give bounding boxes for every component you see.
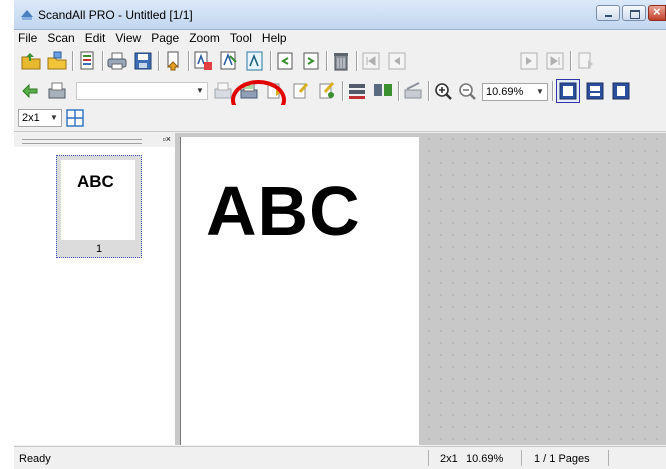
menu-bar: File Scan Edit View Page Zoom Tool Help — [14, 30, 666, 47]
scan-toolbar: ▼ 10.69% ▼ — [14, 77, 666, 105]
status-bar: Ready 2x1 10.69% 1 / 1 Pages — [14, 446, 666, 469]
status-ready: Ready — [19, 453, 51, 465]
scan-arrow-icon[interactable] — [20, 80, 42, 102]
ocr-icon[interactable] — [192, 50, 214, 72]
status-layout: 2x1 — [440, 453, 458, 465]
scan-profile-select[interactable]: ▼ — [76, 82, 208, 100]
zoom-select[interactable]: 10.69% ▼ — [482, 83, 548, 101]
menu-tool[interactable]: Tool — [225, 30, 257, 47]
trash-icon[interactable] — [330, 50, 352, 72]
menu-edit[interactable]: Edit — [80, 30, 111, 47]
close-button[interactable] — [648, 4, 666, 21]
main-toolbar: 1 — [14, 47, 666, 121]
rotate-right-icon[interactable] — [300, 50, 322, 72]
scan-to-icon[interactable] — [162, 50, 184, 72]
document-text: ABC — [206, 172, 361, 250]
zoom-out-icon[interactable] — [456, 80, 478, 102]
zoom-value: 10.69% — [486, 86, 524, 98]
previous-page-icon[interactable] — [386, 50, 408, 72]
menu-zoom[interactable]: Zoom — [184, 30, 225, 47]
chevron-down-icon: ▼ — [536, 87, 544, 96]
document-icon[interactable] — [76, 50, 98, 72]
scan-append-icon[interactable] — [290, 80, 312, 102]
image-icon[interactable] — [244, 50, 266, 72]
thumbnail-pane: ▫× ABC 1 — [14, 133, 176, 445]
feeder-icon[interactable] — [346, 80, 368, 102]
menu-file[interactable]: File — [14, 30, 42, 47]
thumbnail-text: ABC — [77, 172, 114, 191]
open-file-icon[interactable] — [46, 50, 68, 72]
thumbnail-pane-header: ▫× — [14, 133, 175, 147]
menu-page[interactable]: Page — [146, 30, 184, 47]
window-title: ScandAll PRO - Untitled [1/1] — [38, 8, 193, 22]
scanner-icon[interactable] — [46, 80, 68, 102]
document-page: ABC — [180, 137, 419, 445]
save-icon[interactable] — [132, 50, 154, 72]
grid-view-icon[interactable] — [64, 107, 86, 129]
menu-view[interactable]: View — [110, 30, 146, 47]
scan-replace-icon[interactable] — [316, 80, 338, 102]
print-icon[interactable] — [106, 50, 128, 72]
last-page-icon[interactable] — [544, 50, 566, 72]
menu-help[interactable]: Help — [257, 30, 292, 47]
maximize-button[interactable] — [622, 5, 646, 21]
chevron-down-icon: ▼ — [50, 113, 58, 122]
layout-toolbar: 2x1 ▼ — [14, 105, 666, 132]
next-page-icon[interactable] — [518, 50, 540, 72]
layout-value: 2x1 — [22, 112, 40, 124]
fit-page-icon[interactable] — [610, 80, 632, 102]
app-icon — [21, 10, 33, 20]
text-icon[interactable] — [218, 50, 240, 72]
status-pages: 1 / 1 Pages — [534, 453, 590, 465]
app-window: ScandAll PRO - Untitled [1/1] File Scan … — [14, 0, 666, 469]
page-thumbnail[interactable]: ABC 1 — [56, 155, 142, 258]
insert-page-icon[interactable] — [574, 50, 596, 72]
pane-grip[interactable] — [22, 139, 142, 144]
scanner-settings-icon[interactable] — [402, 80, 424, 102]
title-bar: ScandAll PRO - Untitled [1/1] — [14, 0, 666, 30]
zoom-in-icon[interactable] — [432, 80, 454, 102]
first-page-icon[interactable] — [360, 50, 382, 72]
pane-dock-close-icon[interactable]: ▫× — [163, 134, 171, 144]
thumbnail-image: ABC — [61, 160, 135, 240]
layout-select[interactable]: 2x1 ▼ — [18, 109, 62, 127]
open-folder-icon[interactable] — [20, 50, 42, 72]
status-zoom: 10.69% — [466, 453, 504, 465]
rotate-left-icon[interactable] — [274, 50, 296, 72]
chevron-down-icon: ▼ — [196, 86, 204, 95]
menu-scan[interactable]: Scan — [42, 30, 79, 47]
minimize-button[interactable] — [596, 5, 620, 21]
thumbnail-page-number: 1 — [95, 243, 103, 255]
document-view[interactable]: ABC — [175, 133, 666, 445]
separator-sheet-icon[interactable] — [372, 80, 394, 102]
fit-width-icon[interactable] — [584, 80, 606, 102]
empty-page-area — [423, 133, 666, 445]
full-view-icon[interactable] — [556, 79, 580, 103]
